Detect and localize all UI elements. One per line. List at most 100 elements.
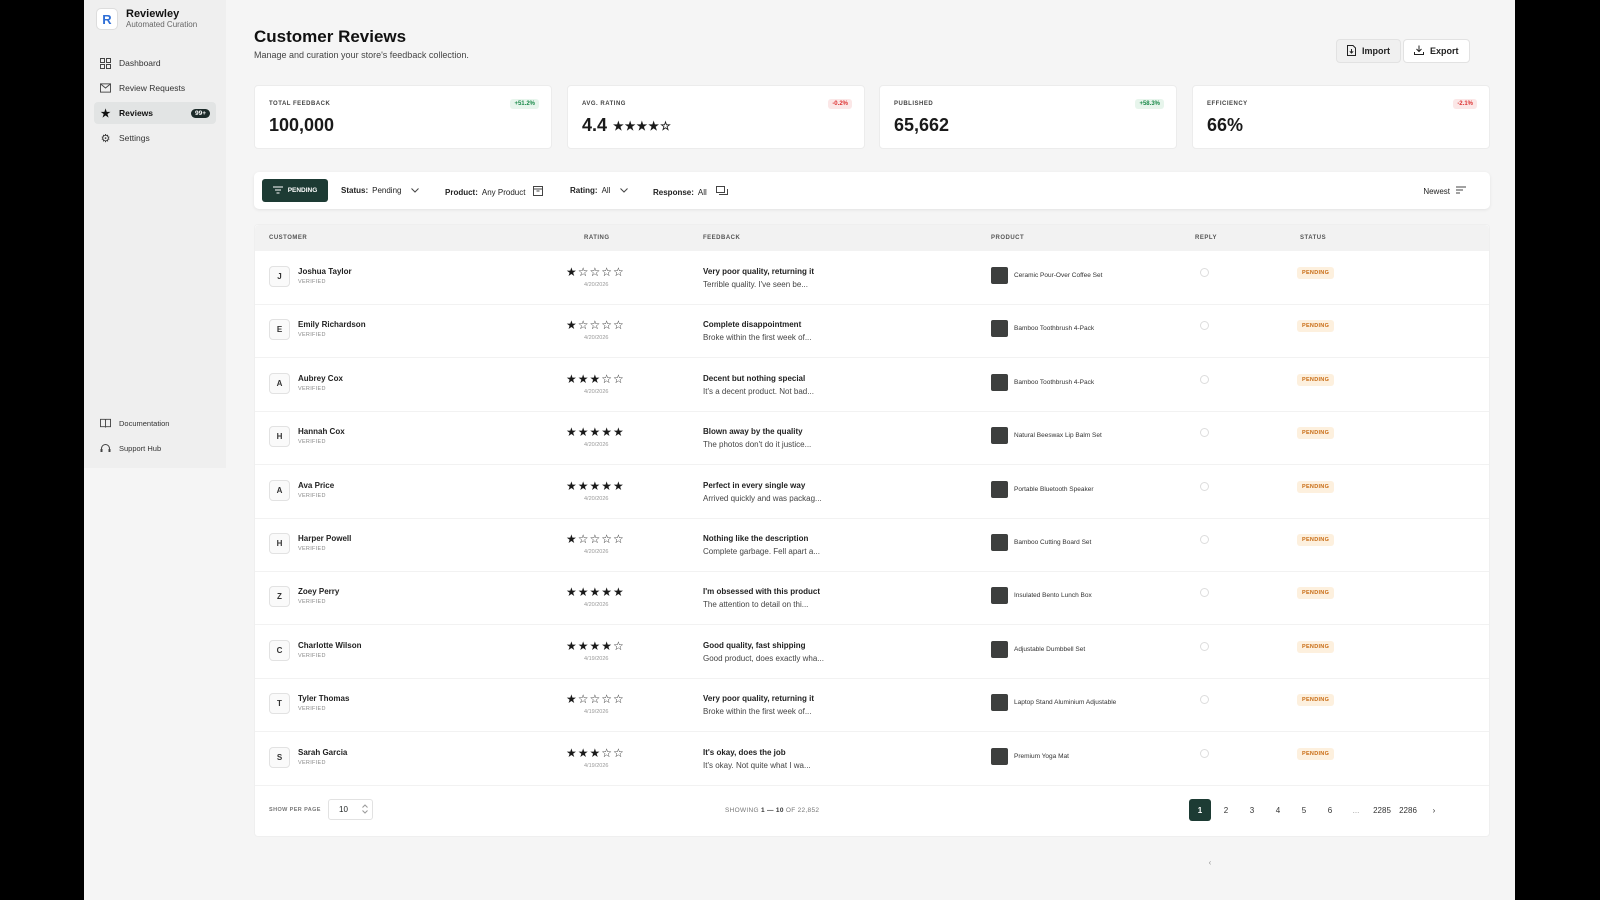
response-filter-dropdown[interactable]: Response: All [653, 186, 728, 198]
product-name[interactable]: Premium Yoga Mat [1014, 753, 1069, 760]
per-page-select[interactable]: 10 [328, 799, 373, 820]
avatar: A [269, 372, 290, 394]
chevron-left-icon[interactable]: ‹ [1199, 851, 1221, 873]
customer-name[interactable]: Ava Price [298, 481, 334, 490]
status-filter-dropdown[interactable]: Status: Pending [341, 186, 420, 195]
review-date: 4/20/2026 [584, 335, 609, 342]
sidebar-item-label: Review Requests [119, 83, 186, 93]
product-name[interactable]: Portable Bluetooth Speaker [1014, 486, 1094, 493]
export-button[interactable]: Export [1403, 39, 1470, 63]
feedback-title: Very poor quality, returning it [703, 694, 814, 704]
star-icon: ★ [100, 107, 111, 120]
product-name[interactable]: Ceramic Pour-Over Coffee Set [1014, 272, 1102, 279]
customer-name[interactable]: Charlotte Wilson [298, 641, 361, 650]
page-button[interactable]: 4 [1267, 799, 1289, 821]
table-footer: SHOW PER PAGE 10 SHOWING 1 — 10 OF 22,85… [255, 785, 1489, 867]
product-name[interactable]: Bamboo Toothbrush 4-Pack [1014, 325, 1094, 332]
table-row[interactable]: C Charlotte Wilson VERIFIED ★★★★☆ 4/19/2026 G… [255, 625, 1489, 679]
table-row[interactable]: A Ava Price VERIFIED ★★★★★ 4/20/2026 Perfect … [255, 465, 1489, 519]
table-row[interactable]: T Tyler Thomas VERIFIED ★☆☆☆☆ 4/19/2026 Very … [255, 678, 1489, 733]
export-label: Export [1430, 46, 1459, 56]
product-name[interactable]: Bamboo Cutting Board Set [1014, 539, 1091, 546]
customer-name[interactable]: Aubrey Cox [298, 374, 343, 383]
customer-name[interactable]: Emily Richardson [298, 320, 366, 329]
book-icon [100, 418, 111, 429]
table-row[interactable]: H Harper Powell VERIFIED ★☆☆☆☆ 4/20/2026 Noth… [255, 518, 1489, 572]
column-header-rating[interactable]: RATING [584, 235, 610, 241]
reply-indicator-icon[interactable] [1200, 321, 1209, 331]
page-button[interactable]: 5 [1293, 799, 1315, 821]
page-button[interactable]: 6 [1319, 799, 1341, 821]
chevron-down-icon [411, 186, 420, 195]
sidebar-item-label: Documentation [119, 418, 170, 428]
page-button[interactable]: 2 [1215, 799, 1237, 821]
product-filter-dropdown[interactable]: Product: Any Product [445, 186, 544, 198]
stat-label: PUBLISHED [894, 101, 934, 107]
rating-stars-icon: ★★★☆☆ [566, 745, 625, 760]
sidebar-item-documentation[interactable]: Documentation [94, 412, 216, 434]
reply-indicator-icon[interactable] [1200, 588, 1209, 598]
column-header-status[interactable]: STATUS [1300, 235, 1326, 241]
table-row[interactable]: Z Zoey Perry VERIFIED ★★★★★ 4/20/2026 I'm obs… [255, 571, 1489, 626]
column-header-product[interactable]: PRODUCT [991, 235, 1024, 241]
product-name[interactable]: Adjustable Dumbbell Set [1014, 646, 1085, 653]
avatar: H [269, 426, 290, 448]
reply-indicator-icon[interactable] [1200, 535, 1209, 544]
stat-card-published: PUBLISHED 65,662 +58.3% [879, 85, 1177, 149]
sidebar-item-reviews[interactable]: ★ Reviews 99+ [94, 102, 216, 124]
reply-indicator-icon[interactable] [1200, 428, 1209, 438]
table-row[interactable]: H Hannah Cox VERIFIED ★★★★★ 4/20/2026 Blown a… [255, 411, 1489, 466]
table-row[interactable]: A Aubrey Cox VERIFIED ★★★☆☆ 4/20/2026 Decent … [255, 358, 1489, 412]
reply-indicator-icon[interactable] [1200, 748, 1209, 758]
status-badge: PENDING [1297, 534, 1335, 546]
import-button[interactable]: Import [1336, 39, 1401, 63]
table-row[interactable]: J Joshua Taylor VERIFIED ★☆☆☆☆ 4/20/2026 Very… [255, 251, 1489, 305]
verified-label: VERIFIED [298, 759, 326, 766]
sidebar-item-support-hub[interactable]: Support Hub [94, 437, 216, 459]
reply-indicator-icon[interactable] [1200, 374, 1209, 384]
rating-filter-dropdown[interactable]: Rating: All [570, 186, 629, 195]
feedback-excerpt: Arrived quickly and was packag... [703, 493, 822, 503]
stat-card-efficiency: EFFICIENCY 66% -2.1% [1192, 85, 1490, 149]
file-import-icon [1347, 44, 1356, 58]
status-badge: PENDING [1297, 267, 1335, 279]
reply-indicator-icon[interactable] [1200, 695, 1209, 705]
table-row[interactable]: S Sarah Garcia VERIFIED ★★★☆☆ 4/19/2026 It's … [255, 732, 1489, 786]
sidebar-item-settings[interactable]: ⚙ Settings [94, 127, 216, 149]
customer-name[interactable]: Tyler Thomas [298, 694, 349, 703]
product-name[interactable]: Laptop Stand Aluminium Adjustable [1014, 699, 1116, 706]
status-badge: PENDING [1297, 427, 1335, 440]
reply-indicator-icon[interactable] [1200, 481, 1209, 491]
page-button[interactable]: 3 [1241, 799, 1263, 821]
chevron-right-icon[interactable]: › [1423, 799, 1445, 821]
pending-filter-chip[interactable]: PENDING [262, 179, 328, 202]
product-name[interactable]: Insulated Bento Lunch Box [1014, 592, 1092, 599]
page-button[interactable]: 2286 [1397, 799, 1419, 821]
customer-name[interactable]: Zoey Perry [298, 587, 339, 596]
customer-name[interactable]: Sarah Garcia [298, 748, 347, 757]
avatar: J [269, 266, 290, 287]
page-button[interactable]: 1 [1189, 799, 1211, 821]
column-header-reply[interactable]: REPLY [1195, 235, 1217, 241]
customer-name[interactable]: Joshua Taylor [298, 267, 352, 276]
customer-name[interactable]: Hannah Cox [298, 427, 345, 436]
column-header-customer[interactable]: CUSTOMER [269, 235, 307, 241]
stat-delta: +58.3% [1135, 99, 1164, 109]
product-thumbnail [991, 480, 1008, 498]
product-name[interactable]: Bamboo Toothbrush 4-Pack [1014, 379, 1094, 386]
table-row[interactable]: E Emily Richardson VERIFIED ★☆☆☆☆ 4/20/2026 C… [255, 304, 1489, 359]
chip-label: PENDING [287, 187, 318, 194]
rating-stars-icon: ★☆☆☆☆ [566, 318, 625, 333]
sidebar-item-review-requests[interactable]: Review Requests [94, 77, 216, 99]
product-name[interactable]: Natural Beeswax Lip Balm Set [1014, 432, 1102, 439]
reply-indicator-icon[interactable] [1200, 268, 1209, 277]
page-button[interactable]: 2285 [1371, 799, 1393, 821]
customer-name[interactable]: Harper Powell [298, 534, 351, 543]
brand[interactable]: R Reviewley Automated Curation [96, 8, 197, 30]
sort-dropdown[interactable]: Newest [1423, 186, 1466, 196]
column-header-feedback[interactable]: FEEDBACK [703, 235, 740, 241]
stats-row: TOTAL FEEDBACK 100,000 +51.2% AVG. RATIN… [254, 85, 1490, 149]
reply-indicator-icon[interactable] [1200, 641, 1209, 651]
sidebar-item-dashboard[interactable]: Dashboard [94, 52, 216, 74]
review-date: 4/20/2026 [584, 442, 609, 449]
